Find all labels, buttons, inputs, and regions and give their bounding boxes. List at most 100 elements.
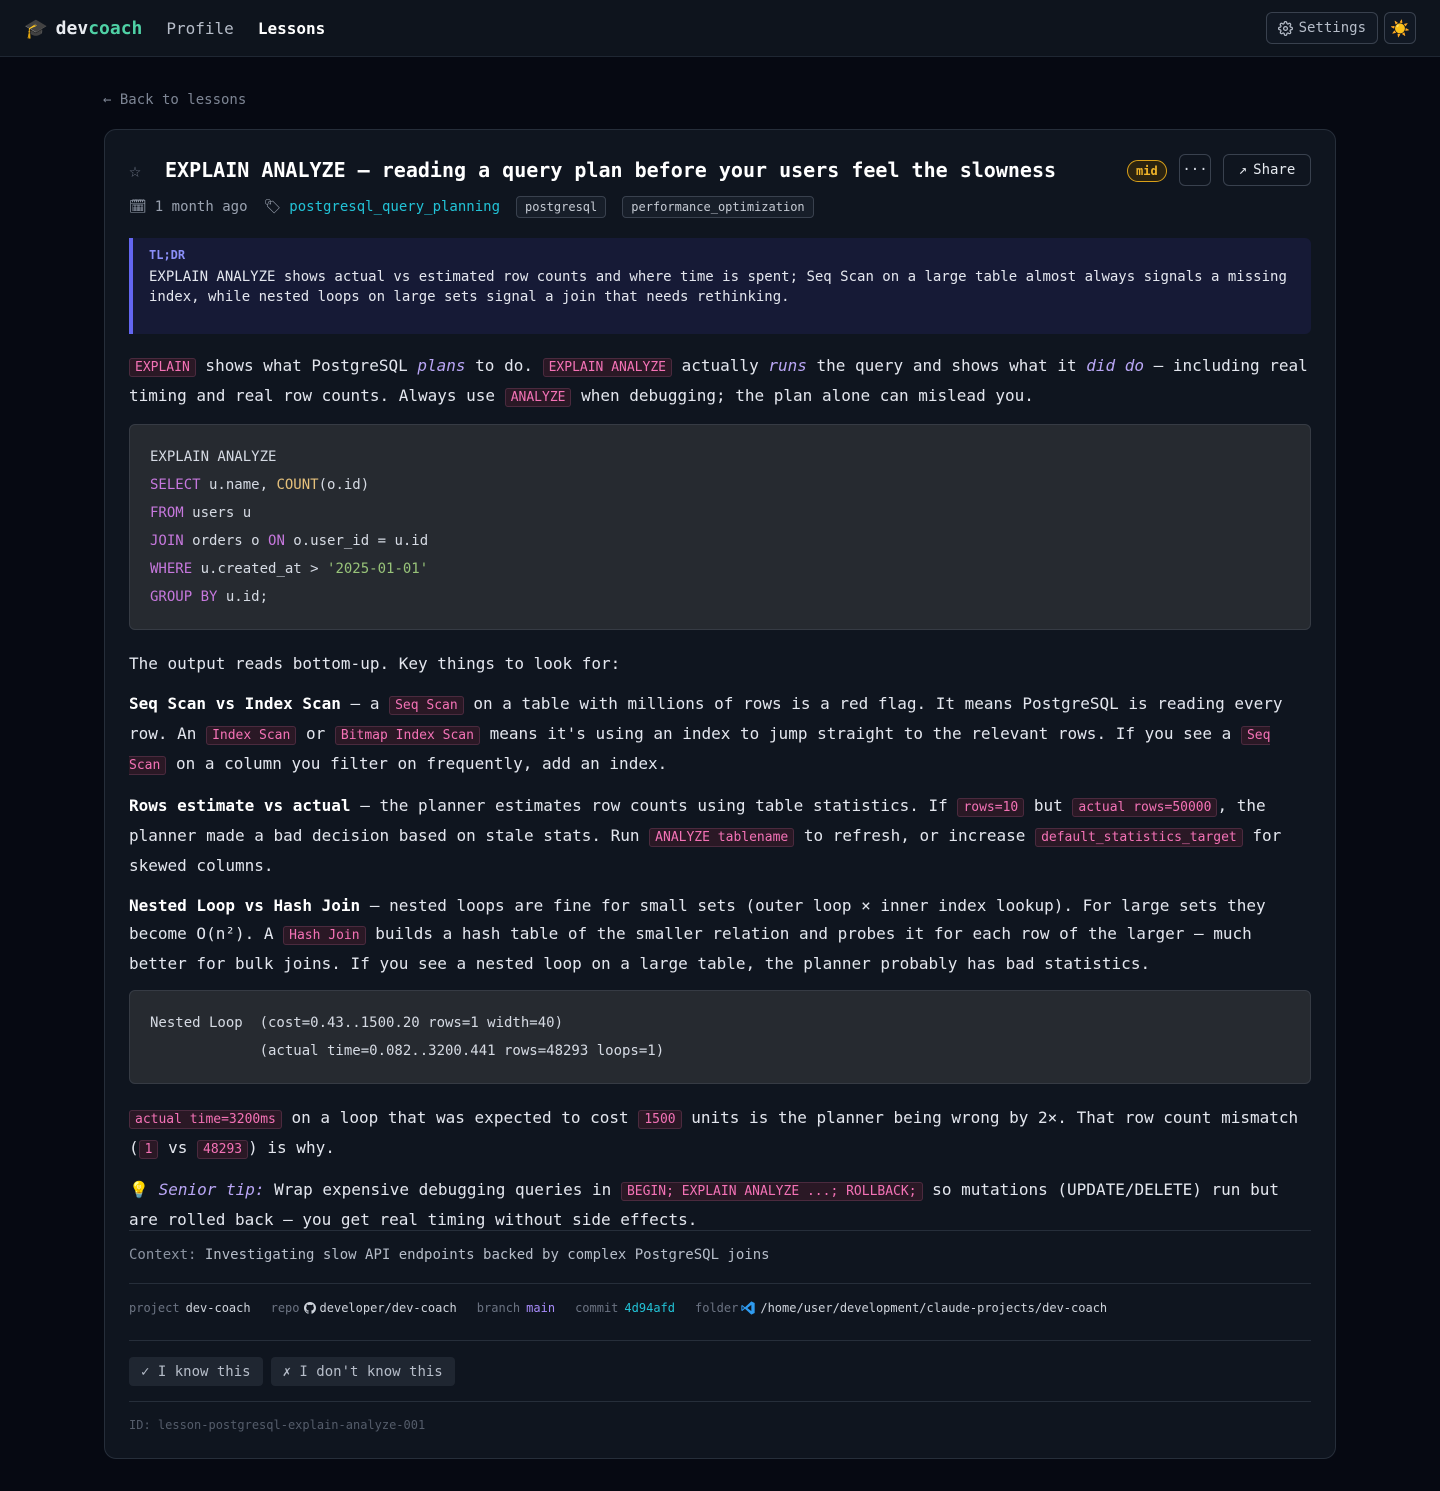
text: but bbox=[1024, 796, 1073, 815]
lesson-title: EXPLAIN ANALYZE — reading a query plan b… bbox=[165, 158, 1057, 182]
code-keyword: SELECT bbox=[150, 477, 201, 493]
project-value: dev-coach bbox=[185, 1301, 251, 1315]
tldr-label: TL;DR bbox=[149, 248, 186, 262]
back-to-lessons-link[interactable]: ← Back to lessons bbox=[103, 92, 246, 108]
lesson-meta: 🗓 1 month ago 🏷 postgresql_query_plannin… bbox=[129, 196, 822, 218]
emphasis: runs bbox=[768, 356, 807, 375]
code-text: users u bbox=[183, 505, 252, 521]
nav-lessons[interactable]: Lessons bbox=[258, 19, 325, 38]
share-label: Share bbox=[1253, 162, 1296, 178]
meta-key: branch bbox=[476, 1301, 521, 1315]
share-button[interactable]: ↗ Share bbox=[1223, 154, 1311, 186]
code-line: EXPLAIN ANALYZE bbox=[150, 449, 277, 465]
inline-code: ANALYZE tablename bbox=[649, 828, 795, 847]
text: actually bbox=[672, 356, 769, 375]
code-text: orders o bbox=[183, 533, 269, 549]
code-text: o.user_id = u.id bbox=[284, 533, 429, 549]
text: when debugging; the plan alone can misle… bbox=[571, 386, 1034, 405]
lesson-card: ☆ EXPLAIN ANALYZE — reading a query plan… bbox=[104, 129, 1336, 1459]
code-text: (o.id) bbox=[318, 477, 370, 493]
inline-code: default_statistics_target bbox=[1035, 828, 1243, 847]
inline-code: Hash Join bbox=[283, 926, 366, 945]
i-dont-know-this-button[interactable]: ✗ I don't know this bbox=[270, 1357, 455, 1386]
brand-dev: dev bbox=[55, 17, 89, 39]
context-row: Context: Investigating slow API endpoint… bbox=[129, 1230, 1311, 1263]
repo-link[interactable]: developer/dev-coach bbox=[320, 1301, 457, 1315]
tag-postgresql[interactable]: postgresql bbox=[516, 196, 607, 218]
code-text: u.name, bbox=[200, 477, 277, 493]
code-keyword: ON bbox=[268, 533, 285, 549]
settings-label: Settings bbox=[1298, 20, 1366, 36]
inline-code: Index Scan bbox=[206, 726, 297, 745]
inline-code: ANALYZE bbox=[504, 388, 572, 407]
bold-term: Seq Scan vs Index Scan bbox=[129, 694, 341, 713]
tag-icon: 🏷 bbox=[263, 199, 282, 215]
seq-scan-paragraph: Seq Scan vs Index Scan — a Seq Scan on a… bbox=[129, 690, 1311, 780]
text: on a column you filter on frequently, ad… bbox=[166, 754, 668, 773]
more-icon: ··· bbox=[1182, 162, 1208, 178]
inline-code: 1500 bbox=[638, 1110, 682, 1129]
rows-estimate-paragraph: Rows estimate vs actual — the planner es… bbox=[129, 792, 1311, 880]
inline-code: Bitmap Index Scan bbox=[334, 726, 480, 745]
github-icon bbox=[303, 1302, 316, 1314]
lesson-body: EXPLAIN shows what PostgreSQL plans to d… bbox=[129, 352, 1311, 1246]
code-text: u.id; bbox=[217, 589, 269, 605]
brand-logo[interactable]: 🎓 devcoach bbox=[24, 17, 142, 40]
meta-key: repo bbox=[270, 1301, 300, 1315]
lightbulb-icon: 💡 bbox=[129, 1180, 149, 1199]
nav-profile[interactable]: Profile bbox=[166, 19, 233, 38]
text: means it's using an index to jump straig… bbox=[479, 724, 1241, 743]
i-know-this-button[interactable]: ✓ I know this bbox=[129, 1357, 263, 1386]
gear-icon bbox=[1277, 20, 1293, 36]
level-badge: mid bbox=[1127, 160, 1167, 182]
inline-code: Seq Scan bbox=[389, 696, 464, 715]
tag-performance-optimization[interactable]: performance_optimization bbox=[622, 196, 814, 218]
bold-term: Nested Loop vs Hash Join bbox=[129, 896, 361, 915]
nested-loop-paragraph: Nested Loop vs Hash Join — nested loops … bbox=[129, 892, 1311, 978]
inline-code: EXPLAIN bbox=[129, 358, 196, 377]
code-string: '2025-01-01' bbox=[327, 561, 429, 577]
topic-link[interactable]: postgresql_query_planning bbox=[289, 199, 500, 215]
senior-tip-paragraph: 💡 Senior tip: Wrap expensive debugging q… bbox=[129, 1176, 1311, 1234]
vscode-icon[interactable] bbox=[740, 1300, 756, 1316]
meta-key: commit bbox=[575, 1301, 619, 1315]
main-nav: Profile Lessons bbox=[166, 19, 325, 38]
folder-path: /home/user/development/claude-projects/d… bbox=[760, 1301, 1108, 1315]
text: or bbox=[296, 724, 335, 743]
inline-code: rows=10 bbox=[957, 798, 1025, 817]
text: shows what PostgreSQL bbox=[195, 356, 418, 375]
text: — a bbox=[340, 694, 390, 713]
code-text: u.created_at > bbox=[192, 561, 328, 577]
settings-button[interactable]: Settings bbox=[1265, 12, 1378, 44]
text: the query and shows what it bbox=[806, 356, 1087, 375]
code-line: Nested Loop (cost=0.43..1500.20 rows=1 w… bbox=[150, 1015, 564, 1031]
text: to refresh, or increase bbox=[794, 826, 1036, 845]
lesson-id: ID: lesson-postgresql-explain-analyze-00… bbox=[129, 1401, 1311, 1432]
code-function: COUNT bbox=[276, 477, 319, 493]
inline-code: EXPLAIN ANALYZE bbox=[542, 358, 672, 377]
text: — the planner estimates row counts using… bbox=[350, 796, 958, 815]
theme-toggle-button[interactable]: ☀️ bbox=[1384, 12, 1416, 44]
text: Wrap expensive debugging queries in bbox=[264, 1180, 621, 1199]
commit-link[interactable]: 4d94afd bbox=[624, 1301, 675, 1315]
text: on a loop that was expected to cost bbox=[281, 1108, 639, 1127]
star-icon[interactable]: ☆ bbox=[129, 158, 141, 182]
top-bar: 🎓 devcoach Profile Lessons Settings ☀️ bbox=[0, 0, 1440, 57]
tip-label: Senior tip: bbox=[158, 1180, 265, 1199]
code-keyword: JOIN bbox=[150, 533, 184, 549]
share-arrow-icon: ↗ bbox=[1238, 162, 1248, 178]
more-options-button[interactable]: ··· bbox=[1179, 154, 1211, 186]
bold-term: Rows estimate vs actual bbox=[129, 796, 351, 815]
code-line: (actual time=0.082..3200.441 rows=48293 … bbox=[150, 1043, 665, 1059]
created-date: 1 month ago bbox=[154, 199, 248, 215]
sql-code-block: EXPLAIN ANALYZE SELECT u.name, COUNT(o.i… bbox=[129, 424, 1311, 630]
plan-code-block: Nested Loop (cost=0.43..1500.20 rows=1 w… bbox=[129, 990, 1311, 1084]
emphasis: plans bbox=[417, 356, 466, 375]
branch-value: main bbox=[526, 1301, 556, 1315]
code-keyword: FROM bbox=[150, 505, 184, 521]
code-keyword: WHERE bbox=[150, 561, 193, 577]
brand-coach: coach bbox=[88, 17, 143, 39]
calendar-icon: 🗓 bbox=[129, 199, 147, 215]
text: vs bbox=[158, 1138, 197, 1157]
inline-code: 48293 bbox=[197, 1140, 249, 1159]
